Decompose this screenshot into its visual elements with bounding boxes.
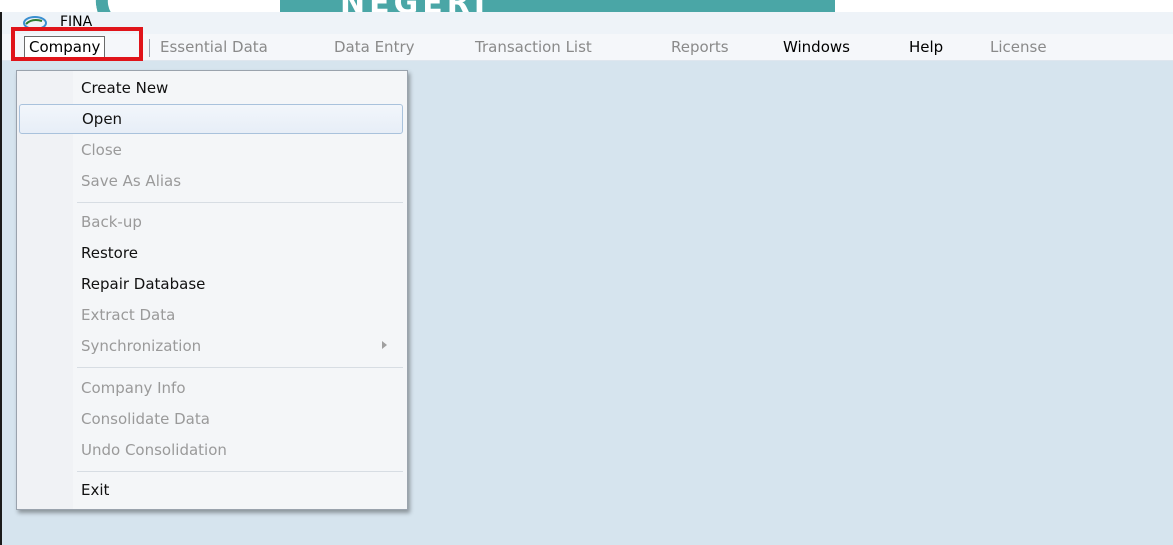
menu-item-repair-database[interactable]: Repair Database	[17, 269, 407, 299]
menu-windows[interactable]: Windows	[783, 38, 850, 56]
submenu-arrow-icon	[382, 341, 387, 349]
menu-item-label: Synchronization	[81, 337, 202, 355]
menu-item-extract-data[interactable]: Extract Data	[17, 300, 407, 330]
menu-item-label: Restore	[81, 244, 138, 262]
menu-item-label: Repair Database	[81, 275, 206, 293]
menubar: Company Essential Data Data Entry Transa…	[2, 34, 1173, 61]
menu-item-undo-consolidation[interactable]: Undo Consolidation	[17, 435, 407, 465]
menu-item-label: Create New	[81, 79, 169, 97]
menu-item-exit[interactable]: Exit	[17, 475, 407, 505]
menu-item-label: Extract Data	[81, 306, 176, 324]
titlebar: FINA	[2, 12, 1173, 34]
menu-item-label: Consolidate Data	[81, 410, 210, 428]
menu-item-label: Company Info	[81, 379, 186, 397]
menu-item-create-new[interactable]: Create New	[17, 73, 407, 103]
menu-reports[interactable]: Reports	[671, 38, 729, 56]
menu-item-label: Close	[81, 141, 122, 159]
menu-separator	[77, 471, 403, 472]
menu-separator	[77, 367, 403, 368]
menu-help[interactable]: Help	[909, 38, 943, 56]
menu-item-company-info[interactable]: Company Info	[17, 373, 407, 403]
menu-transaction-list[interactable]: Transaction List	[475, 38, 592, 56]
company-menu: Create New Open Close Save As Alias Back…	[16, 70, 408, 510]
menu-item-label: Undo Consolidation	[81, 441, 227, 459]
watermark-text: NEGERI	[340, 0, 489, 21]
menu-item-label: Back-up	[81, 213, 142, 231]
menu-essential-data[interactable]: Essential Data	[160, 38, 268, 56]
menu-item-save-as-alias[interactable]: Save As Alias	[17, 166, 407, 196]
menu-data-entry[interactable]: Data Entry	[334, 38, 415, 56]
menu-item-close[interactable]: Close	[17, 135, 407, 165]
menu-item-label: Open	[82, 110, 123, 128]
highlight-annotation	[11, 27, 143, 61]
menu-item-consolidate-data[interactable]: Consolidate Data	[17, 404, 407, 434]
menu-item-back-up[interactable]: Back-up	[17, 207, 407, 237]
menu-item-restore[interactable]: Restore	[17, 238, 407, 268]
menu-license[interactable]: License	[990, 38, 1047, 56]
menu-item-label: Exit	[81, 481, 110, 499]
menu-separator	[77, 202, 403, 203]
menu-item-label: Save As Alias	[81, 172, 182, 190]
menu-item-synchronization[interactable]: Synchronization	[17, 331, 407, 361]
menu-separator	[149, 39, 150, 57]
menu-item-open[interactable]: Open	[19, 104, 403, 134]
